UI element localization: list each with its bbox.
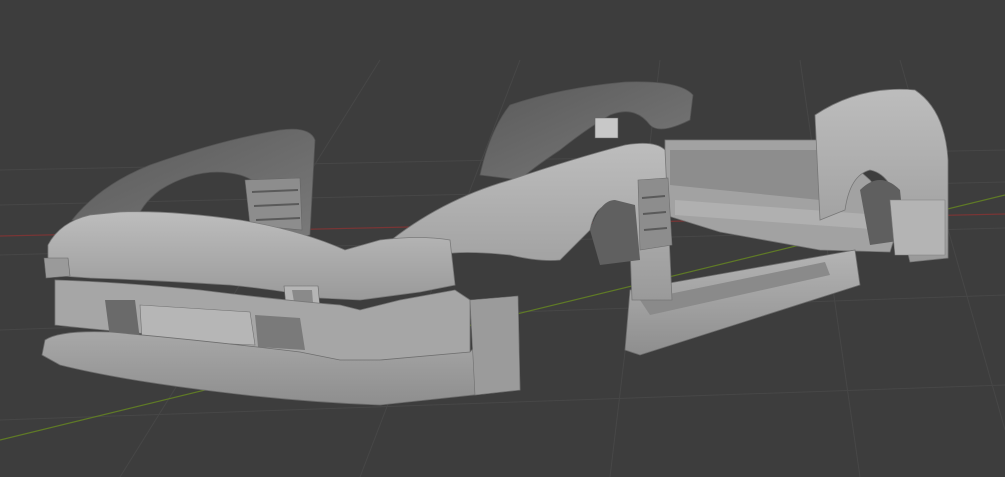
front-bumper[interactable] — [41, 211, 521, 406]
3d-viewport[interactable] — [0, 0, 1005, 477]
viewport-canvas[interactable] — [0, 0, 1005, 477]
